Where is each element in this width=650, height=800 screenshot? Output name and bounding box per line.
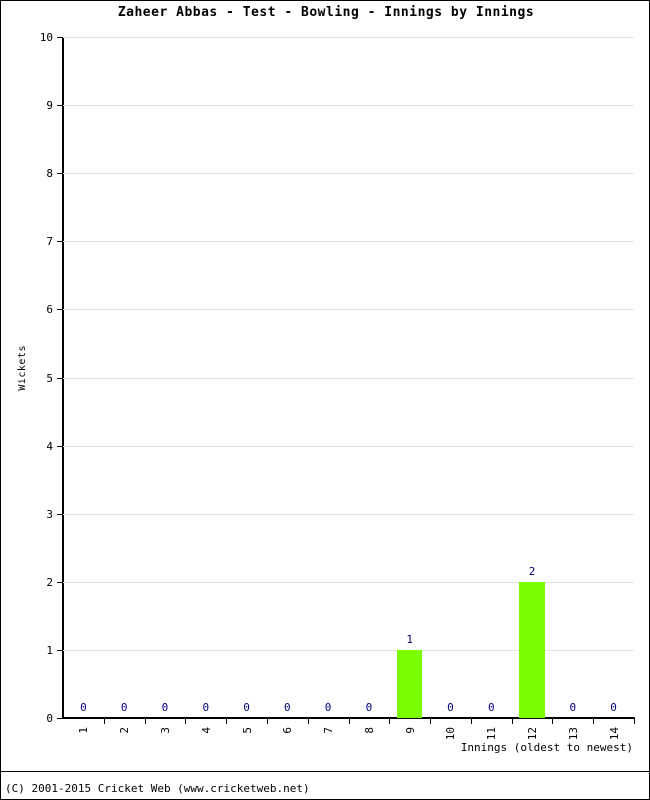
x-tick-mark (634, 718, 635, 724)
y-tick-label: 8 (46, 167, 53, 181)
x-tick-mark (511, 718, 513, 724)
bar-value-label: 0 (487, 701, 495, 714)
gridline (63, 37, 634, 38)
y-tick-label: 5 (46, 371, 53, 385)
x-tick-mark (430, 718, 432, 724)
y-tick-label: 7 (46, 235, 53, 249)
gridline (63, 581, 634, 583)
x-tick-mark (266, 718, 268, 724)
x-tick-mark (593, 718, 595, 724)
y-tick-mark (57, 649, 63, 651)
bar-value-label: 0 (610, 701, 617, 714)
y-tick-mark (57, 718, 63, 719)
bar-value-label: 0 (365, 701, 373, 714)
x-tick-mark (552, 718, 554, 724)
x-tick-label: 2 (118, 727, 132, 734)
bar-value-label: 0 (324, 701, 332, 714)
y-tick-mark (57, 513, 63, 515)
gridline (63, 309, 634, 311)
bar-value-label: 0 (284, 701, 291, 714)
x-tick-label: 1 (77, 727, 91, 734)
x-tick-mark (103, 718, 105, 724)
y-tick-label: 1 (46, 643, 53, 657)
x-tick-label: 12 (526, 727, 540, 741)
bar-value-label: 0 (120, 701, 128, 714)
y-tick-label: 9 (46, 99, 53, 113)
y-tick-label: 3 (46, 507, 53, 521)
x-tick-label: 8 (362, 727, 376, 734)
y-axis-title: Wickets (17, 345, 28, 391)
x-tick-mark (389, 718, 391, 724)
y-tick-mark (57, 445, 63, 447)
y-tick-label: 10 (39, 31, 53, 44)
gridline (63, 445, 634, 447)
bar-value-label: 0 (243, 701, 250, 714)
y-tick-mark (57, 105, 63, 107)
y-tick-label: 6 (46, 303, 53, 317)
y-tick-label: 0 (46, 712, 53, 725)
gridline (63, 105, 634, 107)
y-tick-mark (57, 37, 63, 38)
x-tick-mark (226, 718, 228, 724)
x-tick-mark (348, 718, 350, 724)
bar (397, 649, 423, 718)
y-tick-label: 2 (46, 575, 53, 589)
bar-value-label: 0 (202, 701, 210, 714)
bar-value-label: 0 (161, 701, 169, 714)
chart-title: Zaheer Abbas - Test - Bowling - Innings … (117, 5, 535, 20)
x-tick-mark (144, 718, 146, 724)
bar-value-label: 2 (528, 564, 536, 578)
y-tick-label: 4 (46, 439, 53, 453)
bowling-innings-chart: Zaheer Abbas - Test - Bowling - Innings … (0, 0, 650, 800)
x-axis-title: Innings (oldest to newest) (460, 741, 633, 754)
y-tick-mark (57, 241, 63, 243)
gridline (63, 377, 634, 379)
x-tick-label: 11 (485, 727, 499, 741)
y-tick-mark (57, 173, 63, 175)
bar-value-label: 0 (447, 701, 454, 714)
x-tick-mark (307, 718, 309, 724)
plot-area: 0 1 2 3 4 5 6 7 8 9 10 00000000100200 (40, 32, 634, 724)
y-tick-mark (57, 377, 63, 379)
y-tick-mark (57, 581, 63, 583)
x-tick-label: 10 (444, 727, 458, 741)
x-tick-label: 4 (199, 727, 213, 734)
gridline (63, 173, 634, 175)
x-tick-label: 9 (403, 727, 417, 734)
x-tick-label: 14 (607, 727, 621, 741)
gridline (63, 649, 634, 651)
gridline (63, 513, 634, 515)
x-tick-label: 7 (322, 727, 336, 734)
y-tick-mark (57, 309, 63, 311)
x-tick-mark (185, 718, 187, 724)
x-tick-label: 13 (566, 727, 580, 741)
footer-divider (1, 771, 649, 772)
x-tick-label: 6 (281, 727, 295, 734)
x-tick-label: 5 (240, 727, 254, 734)
gridline (63, 241, 634, 243)
x-tick-mark (470, 718, 472, 724)
bar (519, 581, 545, 718)
bar-value-label: 1 (406, 632, 413, 646)
bar-value-label: 0 (569, 701, 577, 714)
x-tick-label: 3 (158, 727, 172, 734)
copyright-text: (C) 2001-2015 Cricket Web (www.cricketwe… (5, 782, 310, 795)
bar-value-label: 0 (80, 701, 87, 714)
